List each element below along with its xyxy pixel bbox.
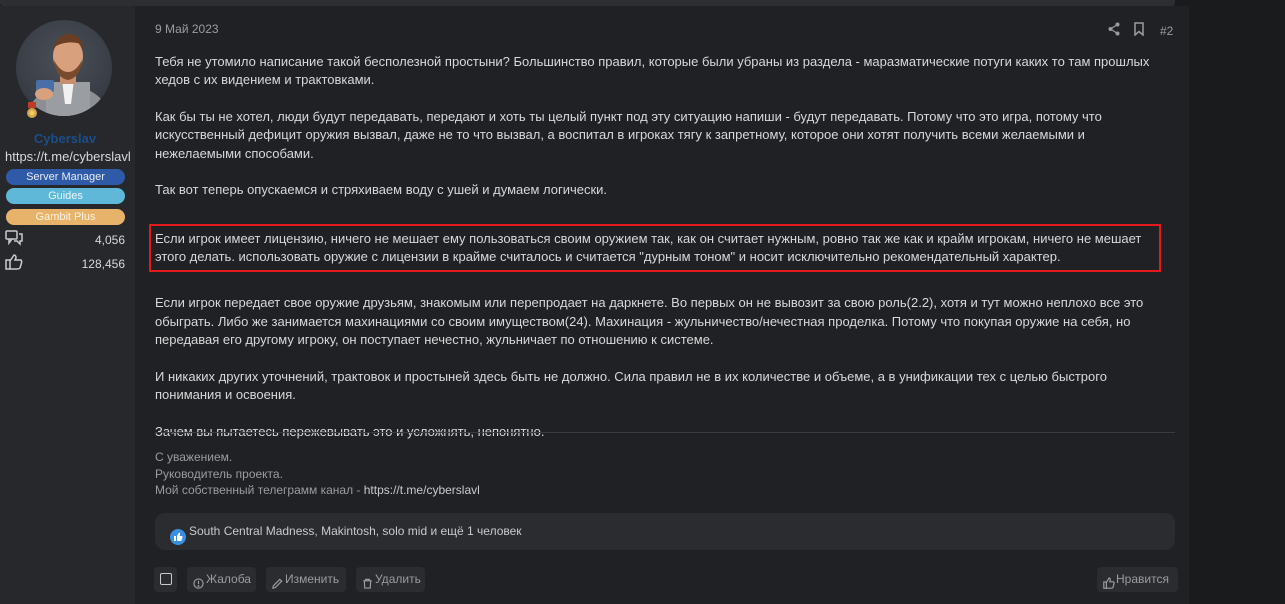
highlighted-paragraph: Если игрок имеет лицензию, ничего не меш… (149, 223, 1161, 273)
post-date[interactable]: 9 Май 2023 (155, 22, 219, 36)
select-checkbox[interactable] (154, 567, 177, 592)
user-telegram-link[interactable]: https://t.me/cyberslavl (5, 149, 131, 164)
bookmark-icon[interactable] (1134, 22, 1144, 41)
badge-gambit-plus: Gambit Plus (6, 209, 125, 225)
badge-guides: Guides (6, 188, 125, 204)
reactions-bar[interactable]: South Central Madness, Makintosh, solo m… (155, 513, 1175, 550)
checkbox-icon (160, 573, 172, 585)
post-paragraph: Так вот теперь опускаемся и стряхиваем в… (155, 182, 608, 198)
thumbs-up-icon (5, 254, 23, 273)
reactions-count: 128,456 (81, 257, 125, 271)
post-paragraph: И никаких других уточнений, трактовок и … (155, 368, 1107, 403)
signature-line: Мой собственный телеграмм канал - https:… (155, 482, 480, 499)
user-info-column: Cyberslav https://t.me/cyberslavl Server… (0, 6, 135, 604)
signature-text: Мой собственный телеграмм канал - (155, 483, 364, 497)
share-icon[interactable] (1108, 22, 1120, 41)
post-paragraph: Тебя не утомило написание такой бесполез… (155, 54, 1150, 88)
post-body: Тебя не утомило написание такой бесполез… (149, 53, 1161, 460)
alert-circle-icon (193, 573, 204, 598)
trash-icon (362, 573, 373, 598)
signature-line: Руководитель проекта. (155, 466, 283, 481)
delete-button[interactable]: Удалить (356, 567, 425, 592)
like-reaction-icon (170, 523, 186, 560)
signature-telegram-link[interactable]: https://t.me/cyberslavl (364, 483, 480, 497)
reactions-stat: 128,456 (5, 254, 125, 272)
signature-line: С уважением. (155, 450, 233, 464)
report-label: Жалоба (206, 572, 251, 586)
signature-divider (155, 432, 1175, 433)
edit-label: Изменить (285, 572, 340, 586)
edit-button[interactable]: Изменить (266, 567, 346, 592)
messages-count: 4,056 (94, 233, 125, 247)
post-paragraph: Если игрок передает свое оружие друзьям,… (155, 295, 1144, 347)
pencil-icon (272, 573, 283, 598)
signature: С уважением. Руководитель проекта. Мой с… (155, 449, 480, 499)
thumbs-up-icon (1103, 573, 1115, 598)
post-paragraph: Как бы ты не хотел, люди будут передават… (155, 109, 1102, 161)
messages-stat: 4,056 (5, 230, 125, 248)
report-button[interactable]: Жалоба (187, 567, 256, 592)
delete-label: Удалить (375, 572, 421, 586)
medal-icon (26, 102, 38, 125)
badge-server-manager: Server Manager (6, 169, 125, 185)
username[interactable]: Cyberslav (0, 131, 130, 146)
post-number[interactable]: #2 (1160, 24, 1173, 38)
like-button[interactable]: Нравится (1097, 567, 1178, 592)
reactions-text[interactable]: South Central Madness, Makintosh, solo m… (189, 513, 522, 550)
messages-icon (5, 230, 23, 249)
like-label: Нравится (1116, 572, 1169, 586)
